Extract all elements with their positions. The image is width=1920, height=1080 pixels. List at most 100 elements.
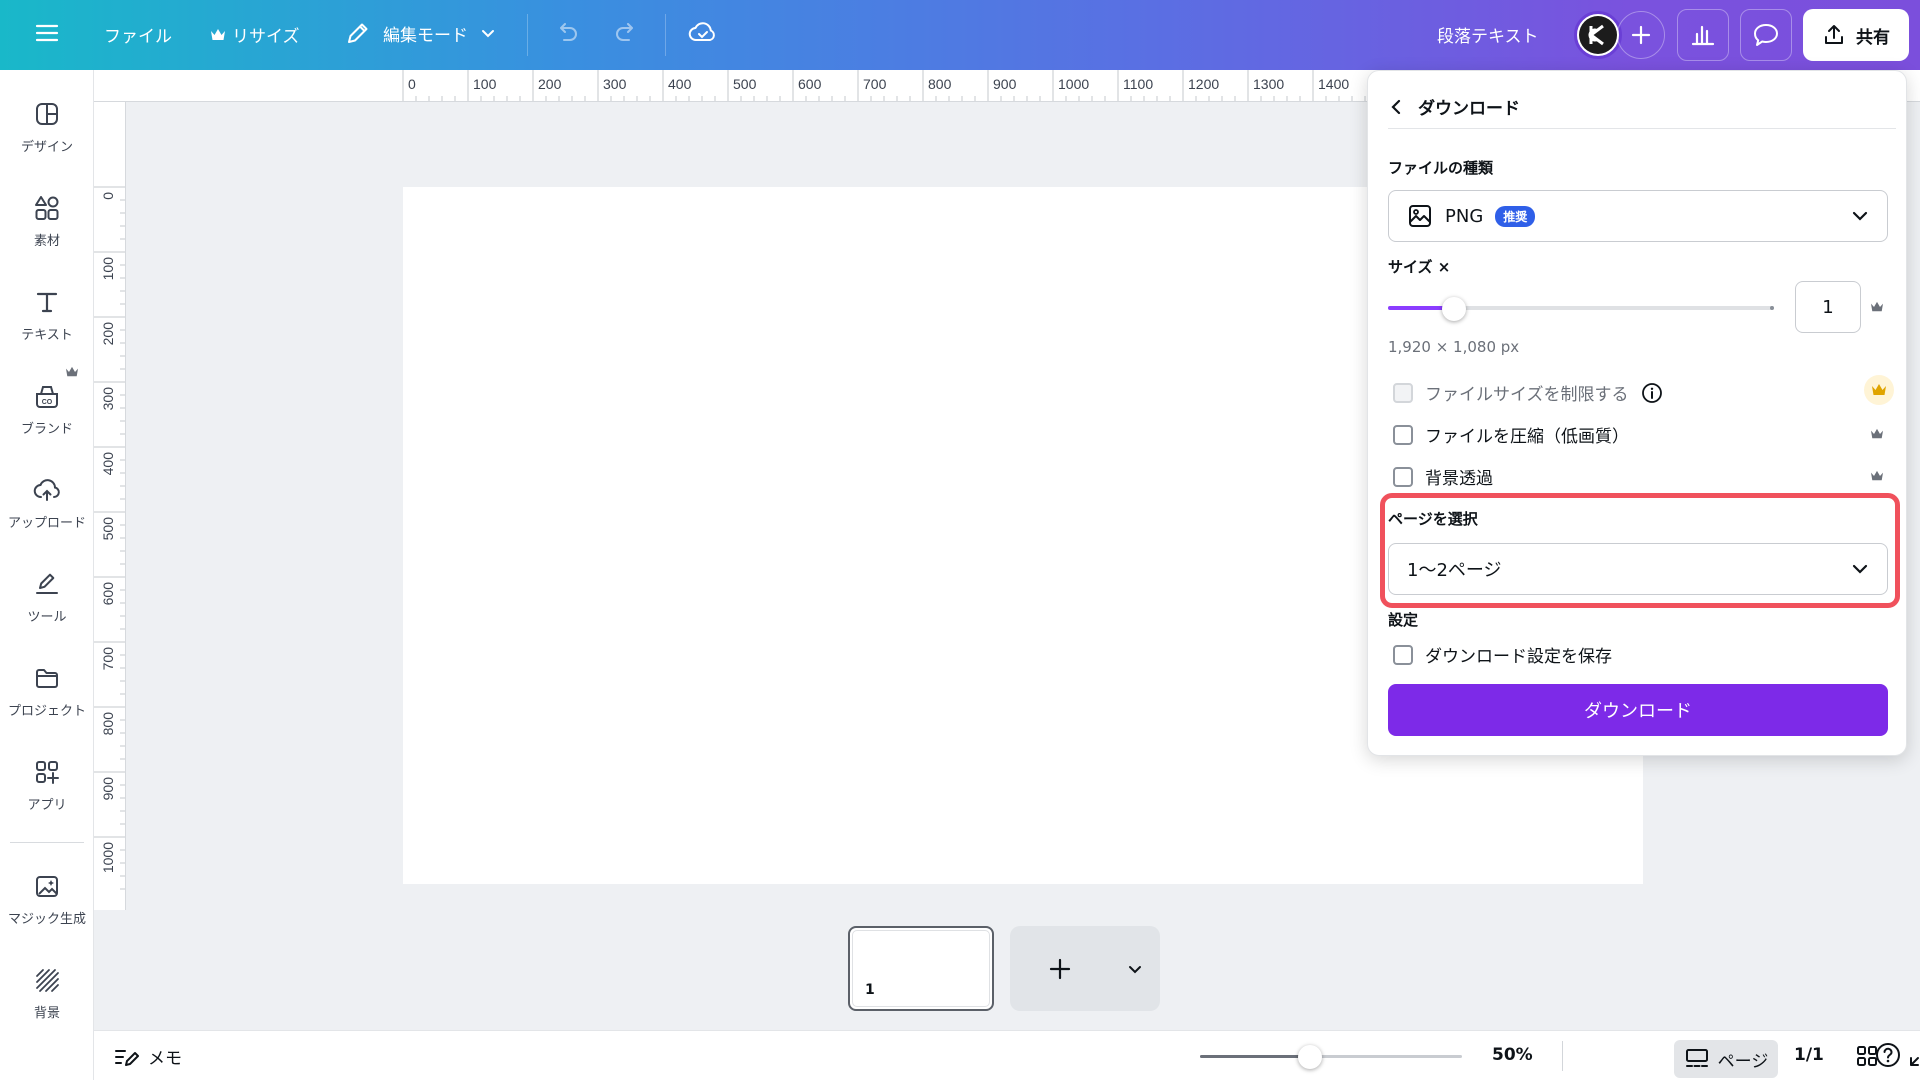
image-icon [1409, 205, 1431, 227]
compress-file-option[interactable]: ファイルを圧縮（低画質） [1393, 422, 1629, 447]
select-pages-value: 1〜2ページ [1407, 560, 1502, 581]
user-avatar[interactable] [1574, 11, 1622, 59]
menu-button[interactable] [34, 20, 60, 46]
resize-label: リサイズ [232, 27, 300, 47]
share-label: 共有 [1856, 27, 1890, 48]
page-thumbnail[interactable]: 1 [848, 926, 994, 1011]
sidebar-item-label: プロジェクト [7, 704, 86, 719]
ruler-label: 200 [100, 322, 116, 346]
notes-label: メモ [148, 1049, 182, 1069]
ruler-label: 1300 [1253, 76, 1284, 92]
text-type-label-button[interactable]: 段落テキスト [1437, 22, 1539, 47]
avatar-image [1579, 16, 1617, 54]
k-logo-icon [1588, 24, 1604, 46]
dimensions-text: 1,920 × 1,080 px [1388, 338, 1520, 356]
crown-icon [1871, 470, 1883, 481]
file-type-select[interactable]: PNG 推奨 [1388, 190, 1888, 242]
ruler-label: 400 [100, 452, 116, 476]
bottom-bar: メモ 50% ページ 1/1 [94, 1030, 1920, 1080]
crown-icon [211, 28, 225, 40]
limit-file-size-option[interactable]: ファイルサイズを制限する [1393, 380, 1663, 405]
notes-button[interactable]: メモ [114, 1044, 182, 1069]
zoom-slider-handle[interactable] [1298, 1045, 1323, 1069]
page-layout-icon [1685, 1049, 1708, 1067]
sidebar-item-label: テキスト [21, 328, 73, 343]
add-collaborator-button[interactable] [1617, 11, 1665, 59]
sidebar-item-label: アップロード [7, 516, 86, 531]
save-download-settings-option[interactable]: ダウンロード設定を保存 [1393, 642, 1612, 667]
edit-mode-button[interactable]: 編集モード [345, 20, 496, 46]
redo-button[interactable] [613, 20, 641, 46]
insights-button[interactable] [1677, 9, 1729, 61]
sidebar-item-uploads[interactable]: アップロード [0, 476, 94, 531]
fullscreen-button[interactable] [1908, 1044, 1920, 1068]
redo-icon [616, 23, 633, 41]
add-page-options-button[interactable] [1110, 926, 1160, 1011]
save-status-button[interactable] [688, 18, 718, 48]
page-view-label: ページ [1717, 1051, 1769, 1072]
zoom-level-value: 50% [1492, 1045, 1533, 1065]
sidebar-item-projects[interactable]: プロジェクト [0, 664, 94, 719]
plus-icon [1631, 25, 1651, 45]
undo-button[interactable] [552, 20, 580, 46]
recommended-badge: 推奨 [1495, 205, 1536, 227]
top-toolbar: ファイル リサイズ 編集モード 段落テキスト 共有 [0, 0, 1920, 70]
sidebar-item-background[interactable]: 背景 [0, 966, 94, 1021]
file-type-value: PNG [1445, 205, 1484, 227]
page-thumbnail-number: 1 [865, 982, 875, 998]
layout-icon [36, 103, 58, 125]
premium-crown-badge [1864, 375, 1894, 405]
text-icon [36, 292, 58, 313]
settings-label: 設定 [1388, 611, 1419, 629]
ruler-label: 900 [100, 777, 116, 801]
speech-bubble-icon [1754, 24, 1778, 46]
transparent-background-checkbox[interactable] [1393, 466, 1413, 487]
transparent-background-option[interactable]: 背景透過 [1393, 464, 1493, 489]
sidebar-divider [10, 842, 84, 843]
zoom-level-button[interactable]: 50% [1492, 1045, 1533, 1065]
save-download-settings-checkbox[interactable] [1393, 644, 1413, 665]
sidebar-item-elements[interactable]: 素材 [0, 194, 94, 249]
info-icon[interactable] [1641, 382, 1663, 404]
ruler-label: 800 [100, 712, 116, 736]
ruler-label: 1000 [1058, 76, 1089, 92]
chevron-down-icon [1129, 965, 1141, 973]
ruler-label: 100 [473, 76, 497, 92]
size-input[interactable]: 1 [1795, 281, 1861, 333]
file-menu-button[interactable]: ファイル [104, 22, 172, 47]
download-button[interactable]: ダウンロード [1388, 684, 1888, 736]
resize-button[interactable]: リサイズ [210, 22, 300, 47]
limit-file-size-label: ファイルサイズを制限する [1425, 385, 1629, 405]
crown-icon [66, 366, 78, 377]
cloud-check-icon [688, 22, 715, 41]
help-button[interactable] [1874, 1041, 1902, 1073]
sidebar-item-label: マジック生成 [7, 912, 86, 927]
ruler-label: 1000 [100, 842, 116, 873]
page-counter[interactable]: 1/1 [1794, 1045, 1824, 1065]
transparent-background-label: 背景透過 [1425, 469, 1493, 489]
comments-button[interactable] [1740, 9, 1792, 61]
sidebar-item-magic-media[interactable]: マジック生成 [0, 872, 94, 927]
select-pages-dropdown[interactable]: 1〜2ページ [1388, 543, 1888, 595]
add-page-button[interactable] [1010, 926, 1110, 1011]
size-slider-end-dot [1770, 306, 1774, 310]
page-view-button[interactable]: ページ [1674, 1040, 1778, 1078]
back-chevron-icon[interactable] [1388, 98, 1406, 116]
notes-pen-icon [115, 1049, 139, 1066]
limit-file-size-checkbox[interactable] [1393, 382, 1413, 403]
sidebar-item-text[interactable]: テキスト [0, 288, 94, 343]
share-button[interactable]: 共有 [1803, 9, 1909, 61]
zoom-slider[interactable] [1200, 1055, 1462, 1058]
svg-text:CO: CO [42, 399, 53, 406]
apps-icon [36, 761, 59, 784]
bottombar-divider [1562, 1041, 1563, 1071]
sidebar-item-label: 背景 [33, 1006, 60, 1021]
sidebar-item-apps[interactable]: アプリ [0, 758, 94, 813]
file-type-label: ファイルの種類 [1388, 159, 1494, 177]
ruler-label: 1200 [1188, 76, 1219, 92]
size-slider-handle[interactable] [1441, 297, 1466, 321]
compress-file-checkbox[interactable] [1393, 424, 1413, 445]
sidebar-item-brand[interactable]: CO ブランド [0, 382, 94, 437]
sidebar-item-tools[interactable]: ツール [0, 570, 94, 625]
sidebar-item-design[interactable]: デザイン [0, 100, 94, 155]
